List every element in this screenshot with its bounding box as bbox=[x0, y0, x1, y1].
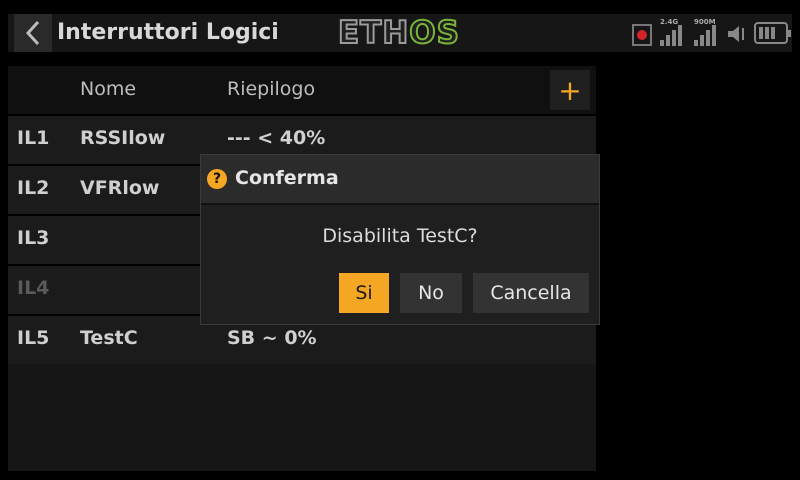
dialog-message: Disabilita TestC? bbox=[322, 225, 478, 247]
record-icon bbox=[632, 24, 652, 46]
dialog-title: Conferma bbox=[235, 167, 339, 189]
top-bar: Interruttori Logici ETHOS 2.4G 900M bbox=[0, 0, 800, 60]
ethos-logo: ETHOS bbox=[337, 15, 460, 51]
status-icons: 2.4G 900M bbox=[632, 16, 791, 50]
yes-button[interactable]: Si bbox=[339, 273, 389, 313]
logo-text-right: OS bbox=[408, 15, 460, 51]
column-header-summary: Riepilogo bbox=[227, 78, 316, 100]
signal-900m-icon: 900M bbox=[692, 18, 720, 50]
page-title: Interruttori Logici bbox=[57, 20, 279, 45]
column-header-name: Nome bbox=[80, 78, 137, 100]
logo-text-left: ETH bbox=[337, 15, 410, 51]
row-id: IL1 bbox=[17, 127, 50, 149]
row-name: VFRlow bbox=[80, 177, 160, 199]
table-header: Nome Riepilogo + bbox=[8, 66, 596, 114]
speaker-icon bbox=[726, 18, 748, 50]
battery-icon bbox=[754, 22, 791, 44]
row-id: IL3 bbox=[17, 227, 50, 249]
row-name: TestC bbox=[80, 327, 138, 349]
add-button[interactable]: + bbox=[550, 70, 590, 110]
row-summary: SB ~ 0% bbox=[227, 327, 317, 349]
cancel-button[interactable]: Cancella bbox=[473, 273, 589, 313]
plus-icon: + bbox=[558, 73, 582, 107]
row-summary: --- < 40% bbox=[227, 127, 326, 149]
back-button[interactable] bbox=[14, 14, 52, 52]
signal-2g4-icon: 2.4G bbox=[658, 18, 686, 50]
no-button[interactable]: No bbox=[400, 273, 462, 313]
row-id: IL4 bbox=[17, 277, 50, 299]
dialog-header: ? Conferma bbox=[201, 155, 599, 205]
confirm-dialog: ? Conferma Disabilita TestC? Si No Cance… bbox=[200, 154, 600, 325]
question-icon: ? bbox=[207, 169, 227, 189]
row-id: IL2 bbox=[17, 177, 50, 199]
chevron-left-icon bbox=[25, 20, 40, 46]
row-id: IL5 bbox=[17, 327, 50, 349]
row-name: RSSIlow bbox=[80, 127, 166, 149]
